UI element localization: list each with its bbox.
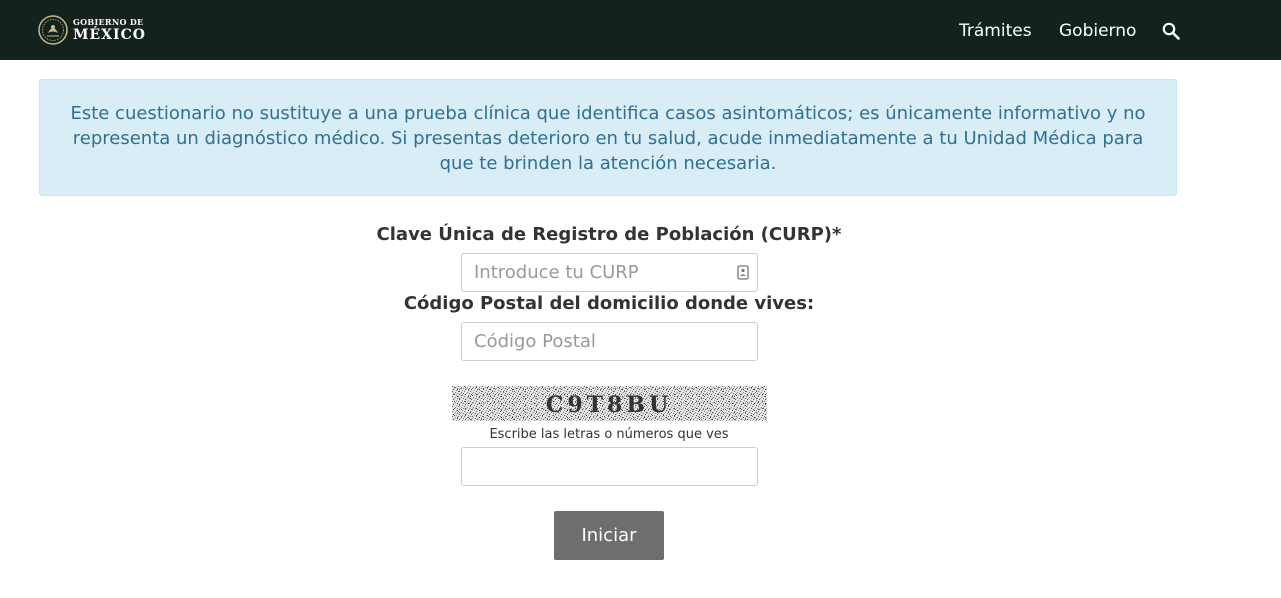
curp-label: Clave Única de Registro de Población (CU… — [376, 224, 842, 245]
gobierno-mexico-logo[interactable]: GOBIERNO DE MÉXICO — [38, 15, 146, 45]
logo-line-2: MÉXICO — [73, 27, 146, 43]
nav-link-tramites[interactable]: Trámites — [959, 21, 1032, 41]
info-alert: Este cuestionario no sustituye a una pru… — [39, 79, 1177, 196]
logo-line-1: GOBIERNO DE — [73, 17, 144, 27]
autofill-contact-icon[interactable] — [737, 265, 749, 280]
postal-code-label: Código Postal del domicilio donde vives: — [403, 293, 815, 314]
captcha-hint: Escribe las letras o números que ves — [489, 427, 729, 442]
search-icon[interactable] — [1162, 22, 1180, 40]
captcha-input[interactable] — [461, 447, 758, 486]
captcha-image: C9T8BU — [452, 386, 767, 421]
captcha-code: C9T8BU — [546, 392, 672, 418]
curp-input[interactable] — [461, 253, 758, 292]
nav-link-gobierno[interactable]: Gobierno — [1059, 21, 1136, 41]
start-button[interactable]: Iniciar — [554, 511, 664, 560]
national-seal-icon — [38, 15, 68, 45]
top-navbar: GOBIERNO DE MÉXICO Trámites Gobierno — [0, 0, 1281, 60]
postal-code-input[interactable] — [461, 322, 758, 361]
